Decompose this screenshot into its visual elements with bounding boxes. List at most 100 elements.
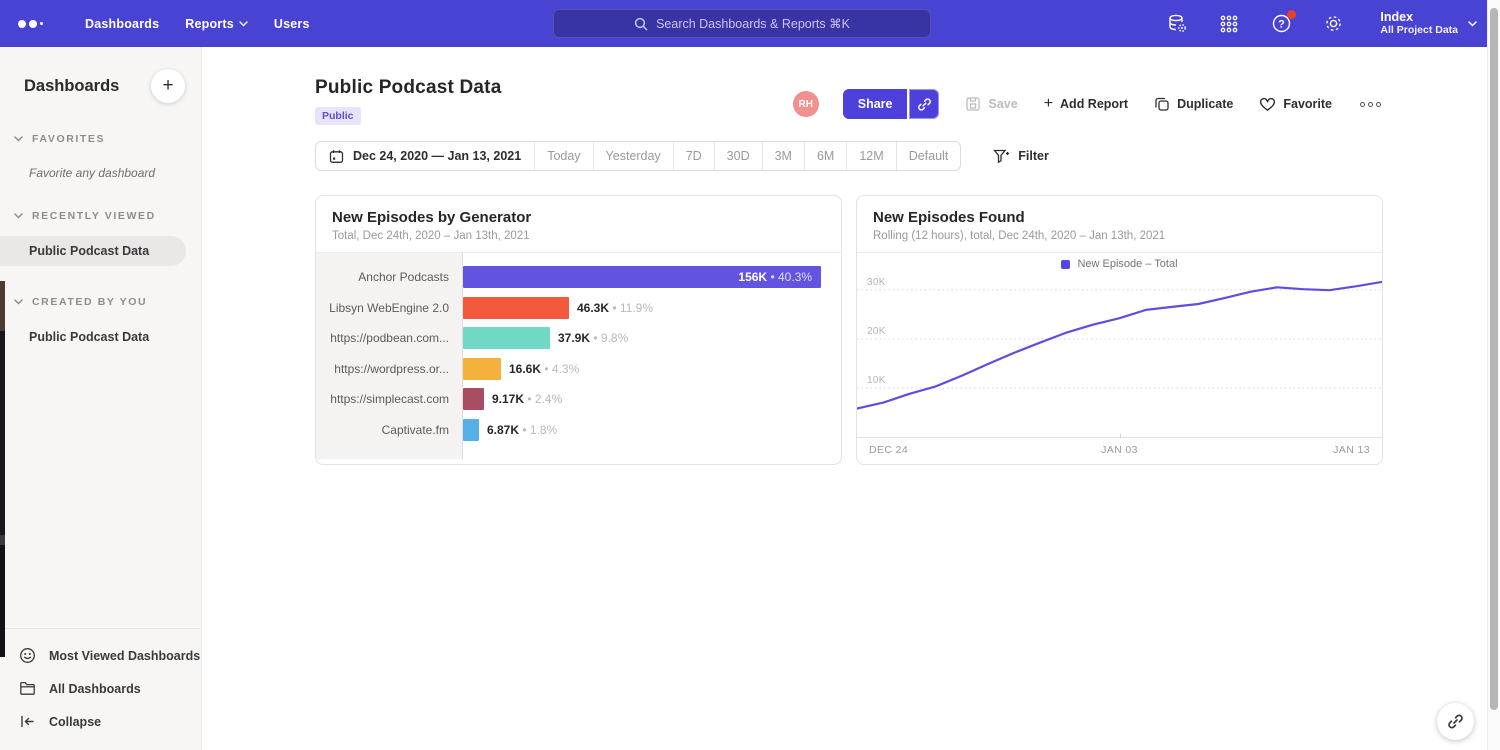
line-chart-subtitle: Rolling (12 hours), total, Dec 24th, 202… — [873, 230, 1366, 242]
add-dashboard-button[interactable]: + — [151, 69, 185, 103]
bar-row: Anchor Podcasts156K • 40.3% — [316, 262, 841, 293]
filter-funnel-icon — [993, 149, 1010, 164]
line-chart-card: New Episodes Found Rolling (12 hours), t… — [856, 195, 1383, 465]
bar — [463, 419, 479, 441]
svg-text:?: ? — [1278, 19, 1285, 31]
bar-category-label: https://simplecast.com — [316, 392, 463, 406]
project-switcher[interactable]: Index All Project Data — [1380, 10, 1477, 37]
line-series — [857, 275, 1382, 437]
get-link-floating-button[interactable] — [1437, 703, 1474, 740]
top-navbar: Dashboards Reports Users Search Dashboar… — [0, 0, 1487, 47]
x-axis-tick — [1120, 434, 1121, 438]
plus-icon: + — [1044, 96, 1053, 112]
duplicate-icon — [1154, 96, 1170, 112]
date-preset-button[interactable]: 3M — [762, 142, 804, 170]
add-report-button[interactable]: + Add Report — [1044, 97, 1128, 112]
filter-label: Filter — [1018, 149, 1049, 163]
legend-swatch — [1061, 260, 1070, 269]
date-preset-button[interactable]: 12M — [846, 142, 895, 170]
desktop-edge-artifact — [0, 535, 5, 545]
date-preset-button[interactable]: Yesterday — [593, 142, 673, 170]
section-favorites[interactable]: FAVORITES — [0, 133, 201, 145]
duplicate-button[interactable]: Duplicate — [1154, 96, 1233, 112]
section-recently-viewed[interactable]: RECENTLY VIEWED — [0, 210, 201, 222]
scrollbar-thumb[interactable] — [1490, 8, 1498, 710]
bar-category-label: Anchor Podcasts — [316, 270, 463, 284]
bar-chart-title: New Episodes by Generator — [332, 209, 825, 226]
bar-value-label: 37.9K • 9.8% — [558, 331, 628, 345]
public-badge: Public — [315, 107, 361, 125]
save-icon — [965, 96, 981, 112]
bar-value-label: 46.3K • 11.9% — [577, 301, 653, 315]
search-icon — [634, 17, 648, 31]
all-dashboards-button[interactable]: All Dashboards — [0, 672, 201, 705]
filter-button[interactable]: Filter — [993, 149, 1049, 164]
page-title: Public Podcast Data — [315, 77, 501, 99]
date-preset-button[interactable]: 30D — [714, 142, 762, 170]
sidebar-item-public-podcast-data[interactable]: Public Podcast Data — [0, 236, 186, 266]
main-content: Public Podcast Data Public RH Share Save… — [202, 47, 1487, 750]
nav-users[interactable]: Users — [274, 17, 310, 31]
line-chart-plot: New Episode – Total 10K20K30K DEC 24 JAN… — [857, 253, 1382, 459]
chevron-down-icon — [14, 136, 23, 142]
folder-icon — [19, 680, 36, 697]
bar-chart-subtitle: Total, Dec 24th, 2020 – Jan 13th, 2021 — [332, 230, 825, 242]
line-chart-title: New Episodes Found — [873, 209, 1366, 226]
share-link-button[interactable] — [909, 89, 939, 119]
save-button[interactable]: Save — [965, 96, 1017, 112]
avatar[interactable]: RH — [793, 91, 819, 117]
bar — [463, 358, 501, 380]
favorites-empty-hint: Favorite any dashboard — [0, 166, 201, 180]
nav-dashboards[interactable]: Dashboards — [85, 17, 159, 31]
app-logo-icon[interactable] — [18, 20, 43, 28]
bar — [463, 388, 484, 410]
apps-grid-icon[interactable] — [1218, 13, 1240, 35]
bar-category-label: Libsyn WebEngine 2.0 — [316, 301, 463, 315]
date-preset-button[interactable]: Today — [534, 142, 592, 170]
date-preset-button[interactable]: Default — [896, 142, 961, 170]
date-range-button[interactable]: Dec 24, 2020 — Jan 13, 2021 — [316, 142, 534, 170]
bar-value-label: 16.6K • 4.3% — [509, 362, 579, 376]
bar-category-label: https://podbean.com... — [316, 331, 463, 345]
bar — [463, 297, 569, 319]
chevron-down-icon — [239, 21, 248, 27]
settings-gear-icon[interactable] — [1322, 13, 1344, 35]
favorite-button[interactable]: Favorite — [1259, 97, 1332, 112]
project-name: Index — [1380, 10, 1458, 24]
bar-chart-plot: Anchor Podcasts156K • 40.3%Libsyn WebEng… — [316, 253, 841, 459]
most-viewed-dashboards-button[interactable]: Most Viewed Dashboards — [0, 639, 201, 672]
help-icon[interactable]: ? — [1270, 13, 1292, 35]
sidebar-footer: Most Viewed Dashboards All Dashboards Co… — [0, 628, 201, 750]
sidebar-title: Dashboards — [24, 77, 119, 96]
collapse-sidebar-button[interactable]: Collapse — [0, 705, 201, 738]
desktop-edge-artifact — [0, 331, 5, 535]
share-button[interactable]: Share — [843, 89, 908, 119]
date-preset-button[interactable]: 7D — [673, 142, 714, 170]
y-tick-label: 20K — [867, 326, 886, 337]
date-preset-button[interactable]: 6M — [804, 142, 846, 170]
search-placeholder: Search Dashboards & Reports ⌘K — [656, 16, 850, 31]
x-axis: DEC 24 JAN 03 JAN 13 — [857, 437, 1382, 459]
x-tick-label: DEC 24 — [869, 444, 908, 456]
section-created-by-you[interactable]: CREATED BY YOU — [0, 296, 201, 308]
sidebar: Dashboards + FAVORITES Favorite any dash… — [0, 47, 202, 750]
smiley-icon — [19, 647, 36, 664]
bar-value-label: 9.17K • 2.4% — [492, 392, 562, 406]
legend-label: New Episode – Total — [1077, 258, 1177, 270]
chart-legend: New Episode – Total — [857, 253, 1382, 275]
collapse-icon — [19, 713, 36, 730]
search-input[interactable]: Search Dashboards & Reports ⌘K — [553, 9, 931, 38]
notification-badge — [1287, 10, 1296, 19]
bar-category-label: Captivate.fm — [316, 423, 463, 437]
nav-reports[interactable]: Reports — [185, 17, 248, 31]
filter-bar: Dec 24, 2020 — Jan 13, 2021 TodayYesterd… — [202, 125, 1487, 171]
heart-icon — [1259, 97, 1276, 112]
bar-row: Libsyn WebEngine 2.0 46.3K • 11.9% — [316, 293, 841, 324]
bar: 156K • 40.3% — [463, 266, 821, 288]
x-tick-label: JAN 13 — [1333, 444, 1370, 456]
data-sources-icon[interactable] — [1166, 13, 1188, 35]
calendar-icon — [329, 149, 344, 164]
bar-row: https://podbean.com... 37.9K • 9.8% — [316, 323, 841, 354]
more-options-button[interactable] — [1358, 98, 1383, 111]
sidebar-item-public-podcast-data-2[interactable]: Public Podcast Data — [0, 322, 186, 352]
